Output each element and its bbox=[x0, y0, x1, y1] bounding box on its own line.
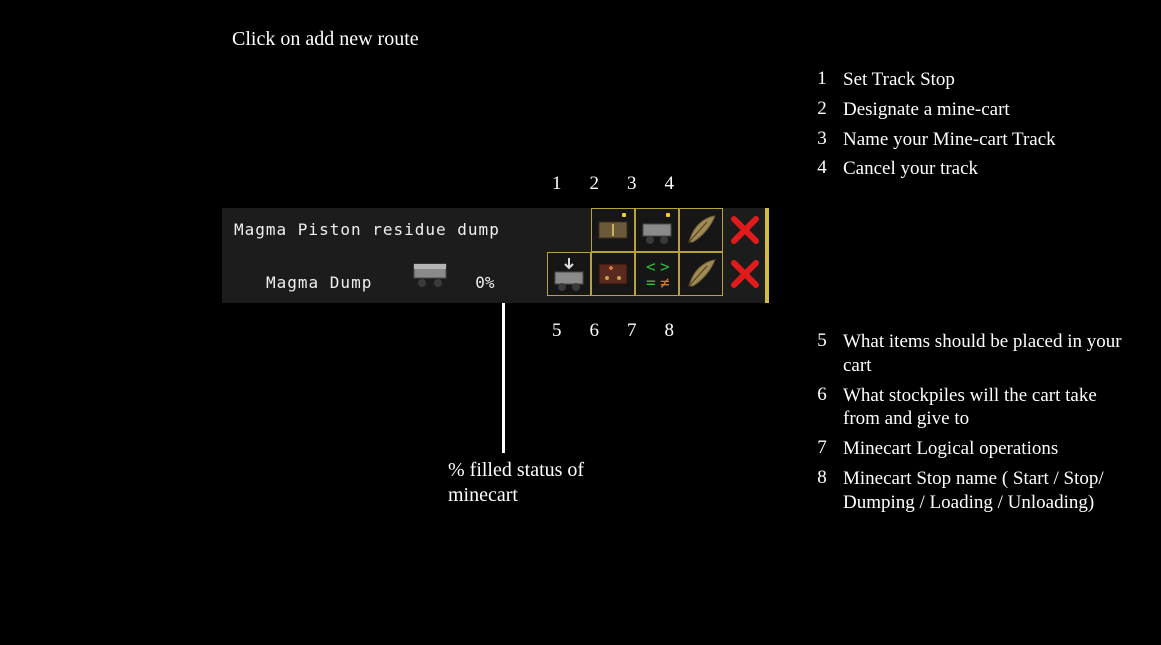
num-label: 7 bbox=[627, 320, 637, 342]
stockpile-link-icon bbox=[593, 254, 633, 294]
legend-num: 4 bbox=[815, 157, 829, 179]
cart-load-icon bbox=[549, 254, 589, 294]
logic-compare-icon: < > = ≠ bbox=[637, 254, 677, 294]
minecart-icon bbox=[410, 271, 461, 293]
stop-name: Magma Dump bbox=[266, 273, 372, 292]
legend-num: 2 bbox=[815, 98, 829, 120]
rename-route-button[interactable] bbox=[679, 208, 723, 252]
num-label: 3 bbox=[627, 173, 637, 195]
rename-stop-button[interactable] bbox=[679, 252, 723, 296]
track-stop-plus-icon bbox=[593, 210, 633, 250]
legend-num: 7 bbox=[815, 437, 829, 459]
stop-conditions-button[interactable]: < > = ≠ bbox=[635, 252, 679, 296]
panel-scrollbar[interactable] bbox=[765, 208, 769, 303]
legend-num: 8 bbox=[815, 467, 829, 489]
num-label: 6 bbox=[590, 320, 600, 342]
legend-text: Name your Mine-cart Track bbox=[843, 128, 1056, 152]
svg-text:=: = bbox=[646, 273, 656, 292]
legend-text: What stockpiles will the cart take from … bbox=[843, 384, 1123, 432]
assign-minecart-button[interactable] bbox=[635, 208, 679, 252]
legend-text: Minecart Stop name ( Start / Stop/ Dumpi… bbox=[843, 467, 1123, 515]
legend-num: 6 bbox=[815, 384, 829, 406]
legend-num: 3 bbox=[815, 128, 829, 150]
minecart-plus-icon bbox=[637, 210, 677, 250]
legend-text: What items should be placed in your cart bbox=[843, 330, 1123, 378]
num-label: 5 bbox=[552, 320, 562, 342]
legend-num: 5 bbox=[815, 330, 829, 352]
callout-line bbox=[502, 303, 505, 453]
legend-top: 1 Set Track Stop 2 Designate a mine-cart… bbox=[815, 68, 1056, 187]
callout-text: % filled status of minecart bbox=[448, 458, 648, 508]
instruction-text: Click on add new route bbox=[232, 28, 419, 51]
num-label: 4 bbox=[665, 173, 675, 195]
legend-text: Designate a mine-cart bbox=[843, 98, 1010, 122]
num-label: 8 bbox=[665, 320, 675, 342]
num-label: 2 bbox=[590, 173, 600, 195]
delete-route-button[interactable] bbox=[723, 208, 767, 252]
hauling-routes-panel: Magma Piston residue dump Magma Dump 0% bbox=[222, 208, 767, 303]
legend-text: Minecart Logical operations bbox=[843, 437, 1058, 461]
legend-num: 1 bbox=[815, 68, 829, 90]
fill-percent: 0% bbox=[475, 273, 494, 292]
feather-icon bbox=[681, 210, 721, 250]
legend-text: Set Track Stop bbox=[843, 68, 955, 92]
num-label: 1 bbox=[552, 173, 562, 195]
bottom-number-row: 5 6 7 8 bbox=[552, 320, 674, 342]
route-title[interactable]: Magma Piston residue dump bbox=[234, 220, 500, 239]
add-track-stop-button[interactable] bbox=[591, 208, 635, 252]
legend-text: Cancel your track bbox=[843, 157, 978, 181]
svg-text:≠: ≠ bbox=[660, 273, 670, 292]
stop-stockpiles-button[interactable] bbox=[591, 252, 635, 296]
delete-stop-button[interactable] bbox=[723, 252, 767, 296]
stop-items-button[interactable] bbox=[547, 252, 591, 296]
top-number-row: 1 2 3 4 bbox=[552, 173, 674, 195]
close-icon bbox=[725, 210, 765, 250]
legend-bottom: 5 What items should be placed in your ca… bbox=[815, 330, 1123, 520]
feather-icon bbox=[681, 254, 721, 294]
route-icon-grid: < > = ≠ bbox=[547, 208, 767, 303]
close-icon bbox=[725, 254, 765, 294]
